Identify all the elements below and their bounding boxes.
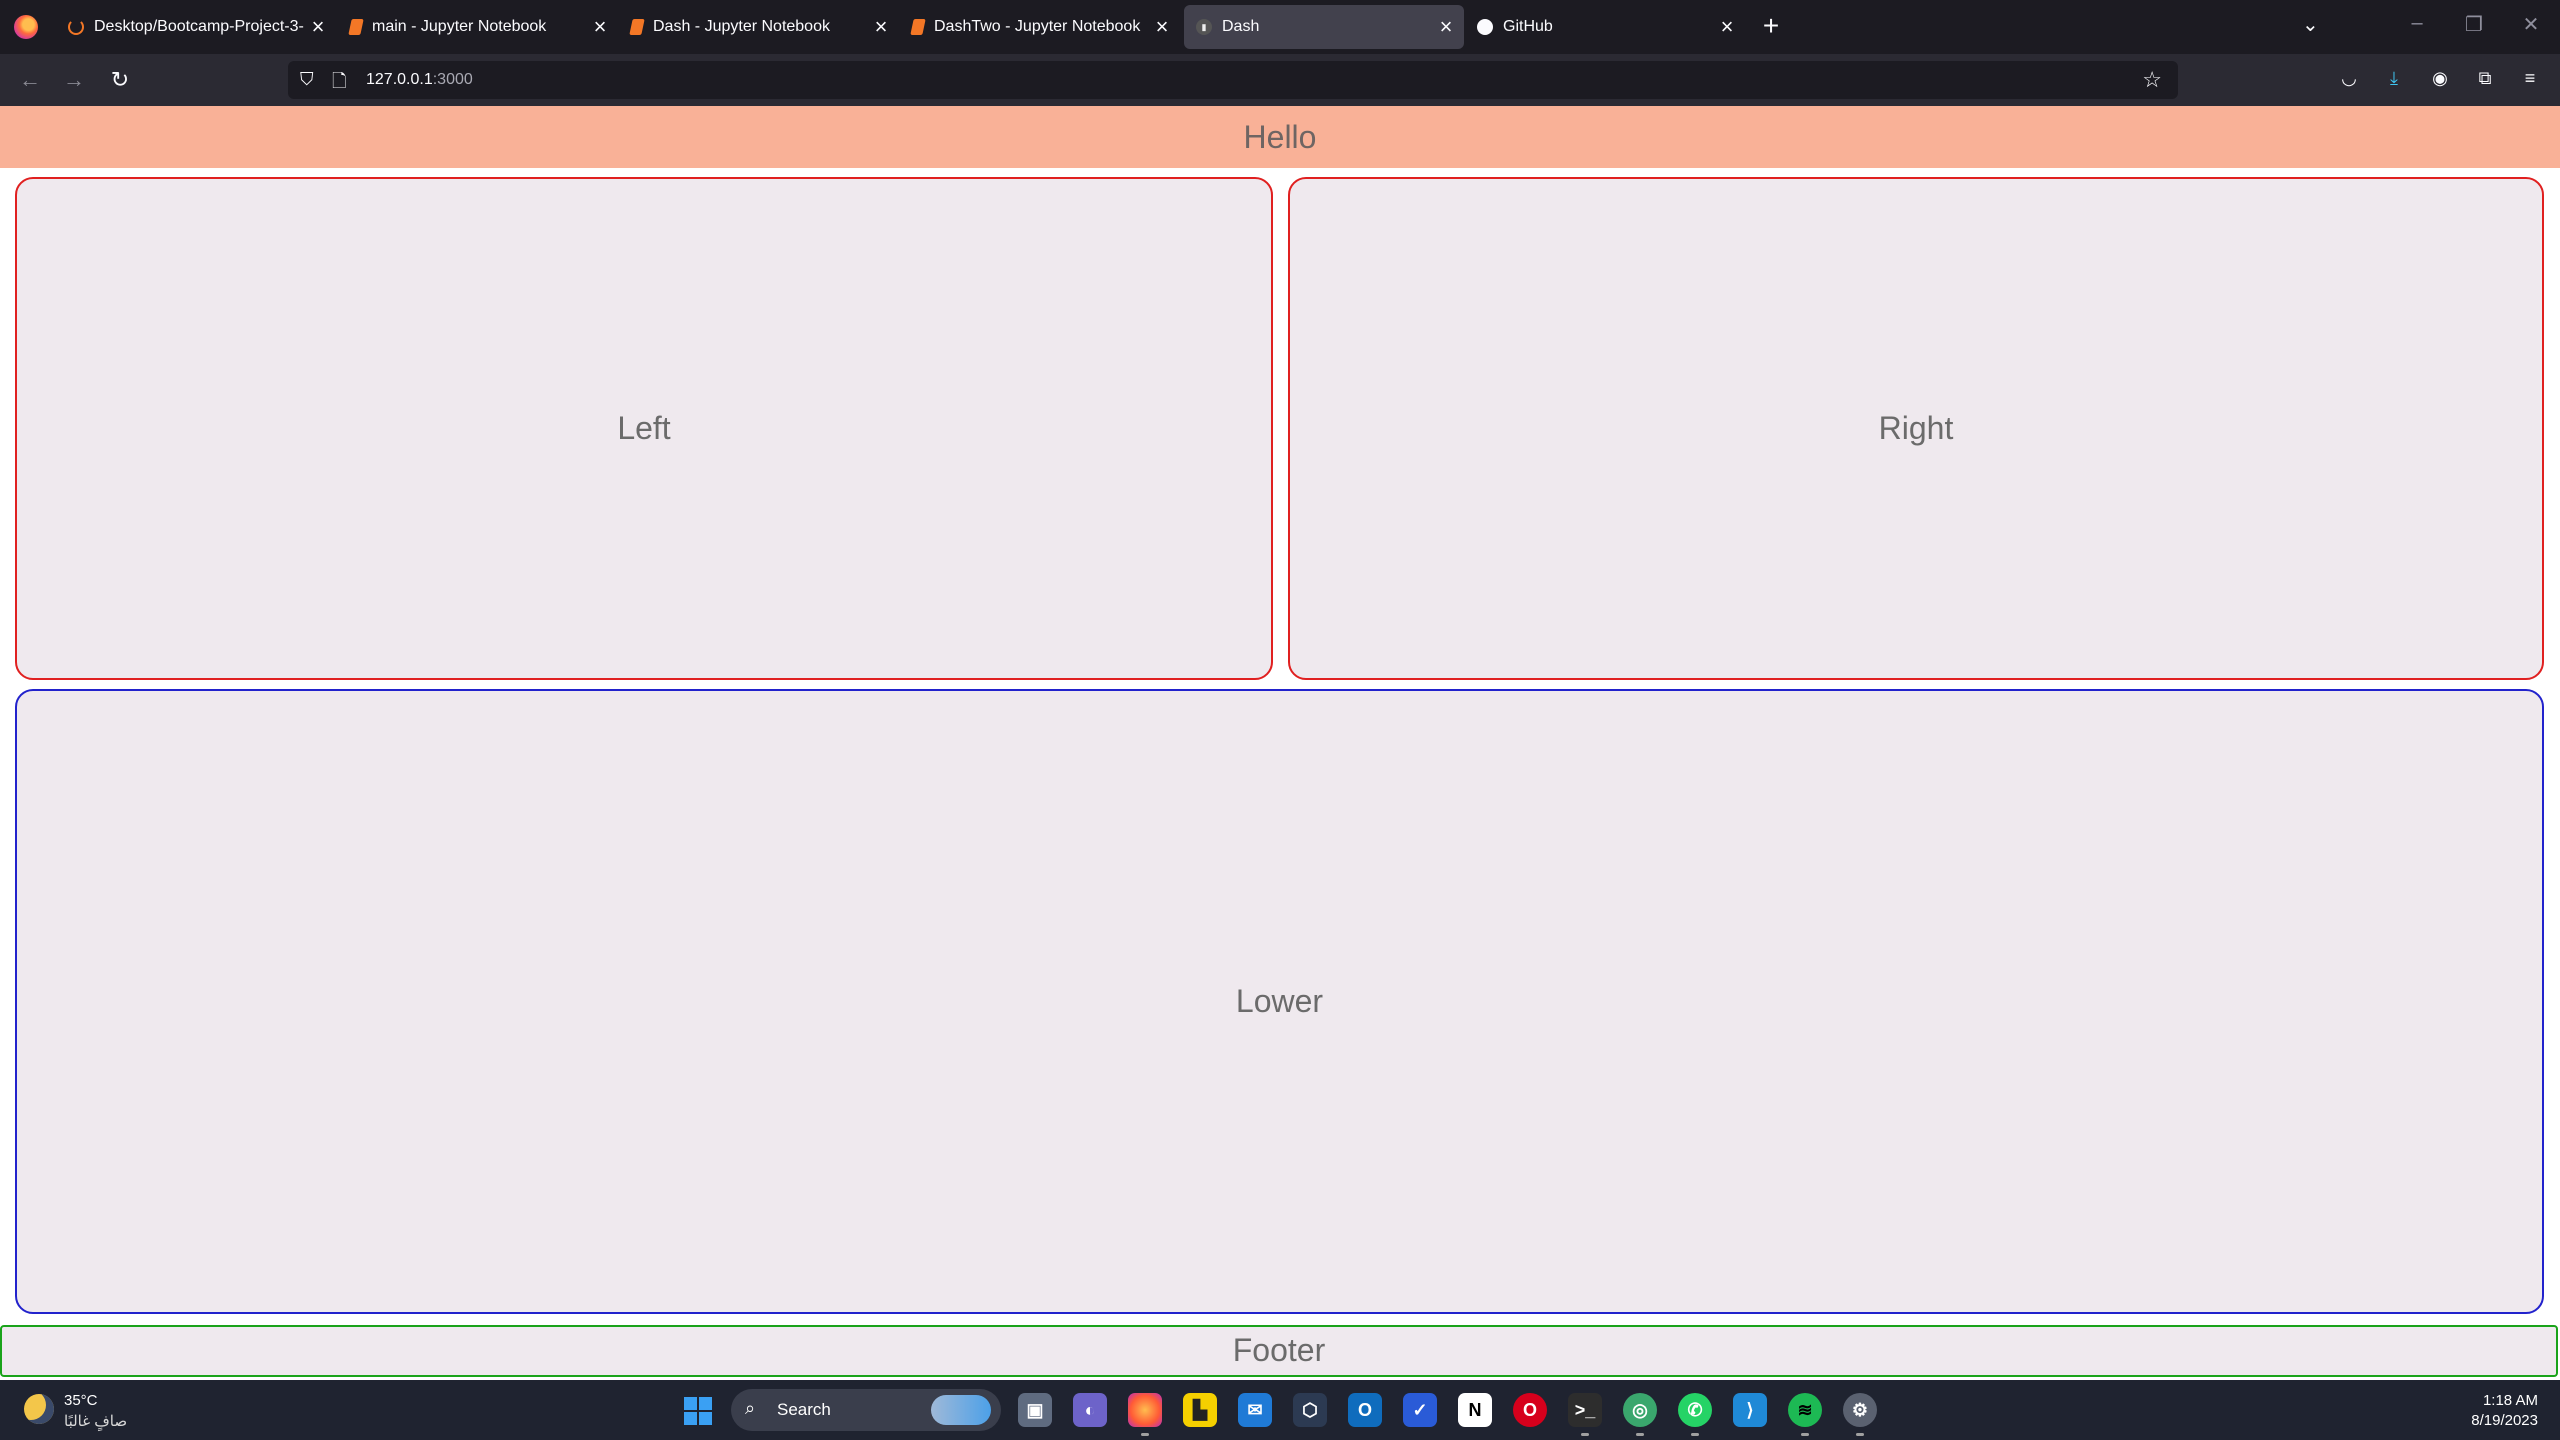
windows-start-icon[interactable] [684,1397,712,1425]
tab-main-notebook[interactable]: main - Jupyter Notebook × [338,5,618,49]
shield-icon[interactable]: ⛉ [300,69,314,90]
close-tab-icon[interactable]: × [1148,14,1176,40]
close-tab-icon[interactable]: × [586,14,614,40]
notion-icon[interactable]: N [1458,1393,1492,1427]
close-window-icon[interactable]: ✕ [2511,12,2551,37]
close-tab-icon[interactable]: × [304,14,332,40]
extensions-puzzle-icon[interactable]: ⧉ [2472,68,2498,92]
firefox-icon[interactable] [1128,1393,1162,1436]
sticky-notes-icon[interactable]: ▙ [1183,1393,1217,1427]
weather-condition[interactable]: صافٍ غالبًا [64,1412,127,1430]
search-highlight-art [931,1395,991,1425]
outlook-icon[interactable]: O [1348,1393,1382,1427]
url-bar[interactable]: ⛉ 🗋 127.0.0.1:3000 ☆ [288,61,2178,99]
taskbar-search-box[interactable]: ⌕ Search [731,1389,1001,1431]
mail-icon[interactable]: ✉ [1238,1393,1272,1427]
weather-moon-icon[interactable] [24,1394,54,1424]
left-panel-label: Left [617,410,671,446]
opera-icon[interactable]: O [1513,1393,1547,1427]
tab-title: DashTwo - Jupyter Notebook [934,18,1141,35]
todo-icon[interactable]: ✓ [1403,1393,1437,1427]
minimize-icon[interactable]: – [2397,12,2437,35]
search-placeholder: Search [777,1400,831,1419]
restore-icon[interactable]: ❐ [2454,12,2494,37]
teams-chat-icon[interactable]: ◐ [1073,1393,1107,1427]
page-header: Hello [0,106,2560,168]
back-arrow-icon[interactable]: ← [12,62,48,98]
weather-temperature[interactable]: 35°C [64,1392,98,1409]
vscode-icon[interactable]: ⟩ [1733,1393,1767,1427]
page-footer: Footer [0,1325,2558,1377]
app-menu-icon[interactable]: ≡ [2517,68,2543,92]
close-tab-icon[interactable]: × [1432,14,1460,40]
search-icon: ⌕ [745,1398,756,1418]
tab-bar: Desktop/Bootcamp-Project-3- × main - Jup… [0,0,2560,54]
close-tab-icon[interactable]: × [867,14,895,40]
clock-time: 1:18 AM [2482,1392,2538,1409]
right-panel: Right [1288,177,2544,680]
maps-icon[interactable]: ◎ [1623,1393,1657,1436]
firefox-menu-icon[interactable] [14,15,38,39]
loading-ring-icon [68,19,84,35]
downloads-icon[interactable]: ⤓ [2381,68,2407,92]
tab-title: Dash - Jupyter Notebook [653,18,830,35]
tab-dashtwo-notebook[interactable]: DashTwo - Jupyter Notebook × [900,5,1180,49]
new-tab-button[interactable]: + [1755,10,1787,42]
tab-title: Dash [1222,18,1260,35]
url-port: :3000 [432,71,473,88]
jupyter-icon [910,19,926,35]
lower-panel: Lower [15,689,2544,1314]
jupyter-icon [348,19,364,35]
tab-github[interactable]: GitHub × [1465,5,1745,49]
page-info-icon[interactable]: 🗋 [332,69,346,99]
reload-icon[interactable]: ↻ [102,62,138,98]
3d-viewer-icon[interactable]: ⬡ [1293,1393,1327,1427]
extension-icon[interactable]: ◉ [2427,68,2453,92]
dash-icon: ▮ [1196,19,1212,35]
url-host: 127.0.0.1 [366,71,433,88]
tab-title: main - Jupyter Notebook [372,18,547,35]
left-panel: Left [15,177,1273,680]
tab-dash[interactable]: ▮ Dash × [1184,5,1464,49]
list-all-tabs-icon[interactable]: ⌄ [2302,12,2319,37]
page-viewport: Hello Left Right Lower Footer [0,106,2560,1380]
tab-dash-notebook[interactable]: Dash - Jupyter Notebook × [619,5,899,49]
url-text[interactable]: 127.0.0.1:3000 [366,71,473,89]
github-icon [1477,19,1493,35]
lower-panel-label: Lower [1235,983,1324,1019]
task-view-icon[interactable]: ▣ [1018,1393,1052,1427]
settings-gear-icon[interactable]: ⚙ [1843,1393,1877,1436]
system-clock[interactable]: 1:18 AM 8/19/2023 [2471,1391,2538,1431]
right-panel-label: Right [1878,410,1954,446]
pocket-icon[interactable]: ◡ [2336,68,2362,92]
clock-date: 8/19/2023 [2471,1412,2538,1429]
windows-taskbar: 35°C صافٍ غالبًا ⌕ Search ▣ ◐ ▙ ✉ ⬡ O ✓ … [0,1380,2560,1440]
forward-arrow-icon[interactable]: → [56,62,92,98]
tab-bootcamp[interactable]: Desktop/Bootcamp-Project-3- × [56,5,336,49]
terminal-icon[interactable]: >_ [1568,1393,1602,1436]
close-tab-icon[interactable]: × [1713,14,1741,40]
tab-title: GitHub [1503,18,1553,35]
tab-title: Desktop/Bootcamp-Project-3- [94,18,304,35]
navigation-toolbar: ← → ↻ ⛉ 🗋 127.0.0.1:3000 ☆ ◡ ⤓ ◉ ⧉ ≡ [0,54,2560,106]
jupyter-icon [629,19,645,35]
bookmark-star-icon[interactable]: ☆ [2142,67,2162,93]
spotify-icon[interactable]: ≋ [1788,1393,1822,1436]
whatsapp-icon[interactable]: ✆ [1678,1393,1712,1436]
